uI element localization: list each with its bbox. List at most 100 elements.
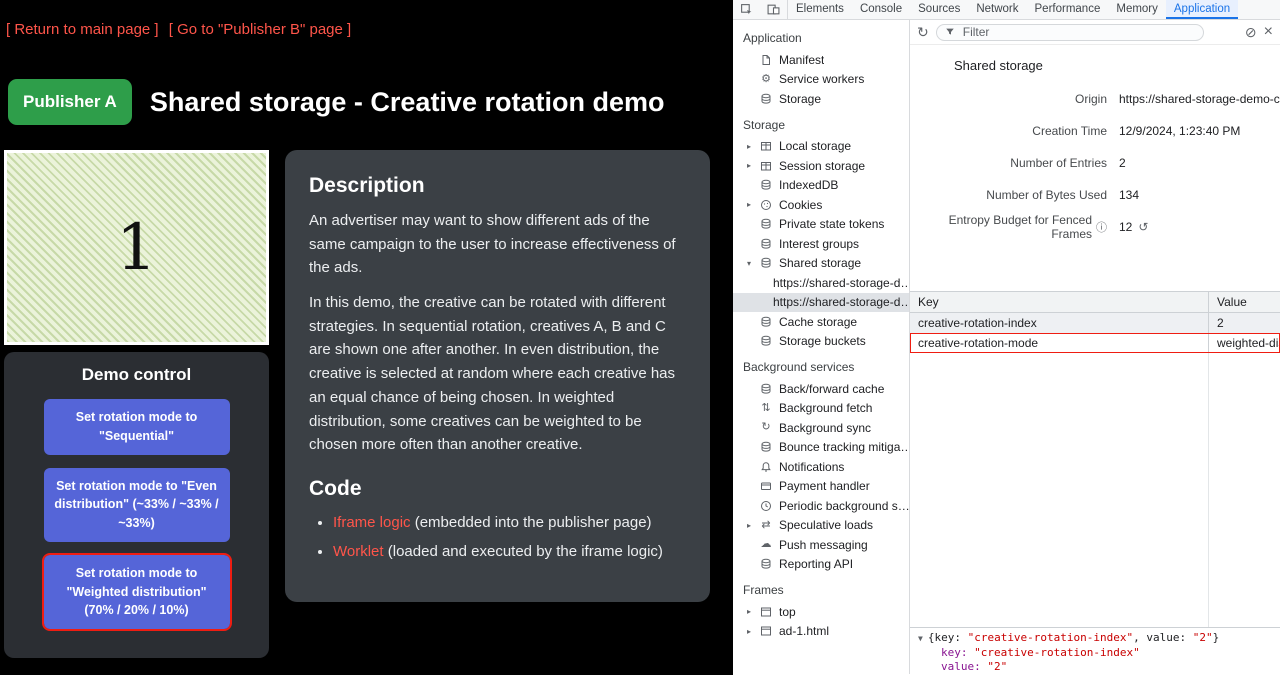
meta-label: Origin bbox=[910, 92, 1107, 106]
tab-console[interactable]: Console bbox=[852, 0, 910, 19]
sidebar-item-label: Push messaging bbox=[779, 538, 868, 552]
device-toolbar-icon[interactable] bbox=[760, 0, 788, 19]
sidebar-item-frame-ad-1[interactable]: ▸ad-1.html bbox=[733, 622, 909, 642]
shared-storage-title: Shared storage bbox=[954, 58, 1280, 73]
sidebar-item-private-state-tokens[interactable]: Private state tokens bbox=[733, 215, 909, 235]
tab-memory[interactable]: Memory bbox=[1108, 0, 1166, 19]
sidebar-item-notifications[interactable]: Notifications bbox=[733, 457, 909, 477]
even-distribution-mode-button[interactable]: Set rotation mode to "Even distribution"… bbox=[44, 468, 230, 542]
sidebar-item-cookies[interactable]: ▸Cookies bbox=[733, 195, 909, 215]
reset-budget-icon[interactable]: ↺ bbox=[1138, 220, 1148, 234]
publisher-b-page-link[interactable]: [ Go to "Publisher B" page ] bbox=[169, 21, 351, 38]
sidebar-item-label: Background sync bbox=[779, 421, 871, 435]
sequential-mode-button[interactable]: Set rotation mode to "Sequential" bbox=[44, 399, 230, 455]
sidebar-item-storage-buckets[interactable]: Storage buckets bbox=[733, 332, 909, 352]
table-header: Key Value bbox=[910, 292, 1280, 313]
sidebar-item-label: Periodic background s… bbox=[779, 499, 909, 513]
sidebar-item-label: Speculative loads bbox=[779, 518, 873, 532]
meta-label: Number of Bytes Used bbox=[910, 188, 1107, 202]
tab-sources[interactable]: Sources bbox=[910, 0, 968, 19]
database-icon bbox=[759, 218, 773, 231]
filter-box[interactable] bbox=[936, 24, 1204, 41]
sidebar-item-speculative-loads[interactable]: ▸⇄Speculative loads bbox=[733, 516, 909, 536]
preview-summary: ▼{key: "creative-rotation-index", value:… bbox=[918, 631, 1274, 646]
sidebar-item-shared-storage-origin-2[interactable]: https://shared-storage-d… bbox=[733, 293, 909, 313]
cloud-icon: ☁ bbox=[759, 538, 773, 551]
ad-creative-frame: 1 bbox=[4, 150, 269, 345]
tab-elements[interactable]: Elements bbox=[788, 0, 852, 19]
close-icon[interactable]: × bbox=[1264, 23, 1273, 41]
storage-entries-table: Key Value creative-rotation-index 2 crea… bbox=[910, 291, 1280, 629]
sidebar-item-label: Storage buckets bbox=[779, 334, 866, 348]
preview-prop-value: value: "2" bbox=[918, 660, 1274, 674]
sidebar-item-periodic-background-sync[interactable]: Periodic background s… bbox=[733, 496, 909, 516]
sidebar-item-reporting-api[interactable]: Reporting API bbox=[733, 555, 909, 575]
weighted-distribution-mode-button[interactable]: Set rotation mode to "Weighted distribut… bbox=[44, 555, 230, 629]
chevron-down-icon[interactable]: ▼ bbox=[918, 634, 923, 643]
info-icon[interactable]: ⓘ bbox=[1096, 219, 1107, 235]
sidebar-item-shared-storage-origin-1[interactable]: https://shared-storage-d… bbox=[733, 273, 909, 293]
chevron-right-icon[interactable]: ▸ bbox=[747, 521, 759, 530]
sidebar-item-cache-storage[interactable]: Cache storage bbox=[733, 312, 909, 332]
chevron-right-icon[interactable]: ▸ bbox=[747, 161, 759, 170]
sidebar-item-back-forward-cache[interactable]: Back/forward cache bbox=[733, 379, 909, 399]
filter-icon bbox=[945, 27, 955, 37]
sidebar-item-frame-top[interactable]: ▸top bbox=[733, 602, 909, 622]
sync-icon: ↻ bbox=[759, 421, 773, 434]
sidebar-item-background-fetch[interactable]: ⇅Background fetch bbox=[733, 399, 909, 419]
chevron-right-icon[interactable]: ▸ bbox=[747, 142, 759, 151]
frame-icon bbox=[759, 625, 773, 638]
clear-icon[interactable]: ⊘ bbox=[1245, 24, 1257, 41]
publisher-badge: Publisher A bbox=[8, 79, 132, 125]
sidebar-item-storage[interactable]: Storage bbox=[733, 89, 909, 109]
table-row[interactable]: creative-rotation-mode weighted-distribu… bbox=[910, 333, 1280, 353]
tab-application[interactable]: Application bbox=[1166, 0, 1238, 19]
table-icon bbox=[759, 159, 773, 172]
sidebar-item-session-storage[interactable]: ▸Session storage bbox=[733, 156, 909, 176]
chevron-right-icon[interactable]: ▸ bbox=[747, 200, 759, 209]
sidebar-item-shared-storage[interactable]: ▾Shared storage bbox=[733, 254, 909, 274]
panel-toolbar: ↻ ⊘ × bbox=[910, 20, 1280, 45]
sidebar-item-payment-handler[interactable]: Payment handler bbox=[733, 477, 909, 497]
chevron-right-icon[interactable]: ▸ bbox=[747, 607, 759, 616]
document-icon bbox=[759, 53, 773, 66]
meta-label: Entropy Budget for Fenced Framesⓘ bbox=[910, 213, 1107, 241]
chevron-right-icon[interactable]: ▸ bbox=[747, 627, 759, 636]
sidebar-item-manifest[interactable]: Manifest bbox=[733, 50, 909, 70]
code-heading: Code bbox=[309, 477, 686, 501]
sidebar-item-service-workers[interactable]: ⚙Service workers bbox=[733, 70, 909, 90]
chevron-down-icon[interactable]: ▾ bbox=[747, 259, 759, 268]
database-icon bbox=[759, 237, 773, 250]
section-header-background-services: Background services bbox=[733, 351, 909, 379]
sidebar-item-interest-groups[interactable]: Interest groups bbox=[733, 234, 909, 254]
column-header-value[interactable]: Value bbox=[1209, 292, 1280, 312]
sidebar-item-background-sync[interactable]: ↻ Background sync bbox=[733, 418, 909, 438]
column-header-key[interactable]: Key bbox=[910, 292, 1209, 312]
sidebar-item-local-storage[interactable]: ▸Local storage bbox=[733, 137, 909, 157]
description-paragraph-2: In this demo, the creative can be rotate… bbox=[309, 291, 686, 457]
tab-performance[interactable]: Performance bbox=[1027, 0, 1109, 19]
sidebar-item-indexeddb[interactable]: IndexedDB bbox=[733, 176, 909, 196]
return-main-page-link[interactable]: [ Return to main page ] bbox=[6, 21, 159, 38]
database-icon bbox=[759, 315, 773, 328]
sidebar-item-bounce-tracking-mitigations[interactable]: Bounce tracking mitiga… bbox=[733, 438, 909, 458]
iframe-logic-link[interactable]: Iframe logic bbox=[333, 514, 411, 531]
list-item: Iframe logic (embedded into the publishe… bbox=[333, 511, 686, 534]
tab-network[interactable]: Network bbox=[968, 0, 1026, 19]
metadata-report: Originhttps://shared-storage-demo-co Cre… bbox=[910, 83, 1280, 243]
sidebar-item-push-messaging[interactable]: ☁ Push messaging bbox=[733, 535, 909, 555]
sidebar-item-label: Payment handler bbox=[779, 479, 870, 493]
worklet-link[interactable]: Worklet bbox=[333, 543, 384, 560]
clock-icon bbox=[759, 499, 773, 512]
arrows-up-down-icon: ⇅ bbox=[759, 402, 773, 415]
code-list: Iframe logic (embedded into the publishe… bbox=[309, 511, 686, 564]
inspect-element-icon[interactable] bbox=[733, 0, 760, 19]
database-icon bbox=[759, 179, 773, 192]
table-row[interactable]: creative-rotation-index 2 bbox=[910, 313, 1280, 333]
demo-control-panel: Demo control Set rotation mode to "Seque… bbox=[4, 352, 269, 658]
filter-input[interactable] bbox=[961, 24, 1195, 40]
refresh-icon[interactable]: ↻ bbox=[917, 24, 929, 41]
origin-value: https://shared-storage-demo-co bbox=[1107, 92, 1280, 106]
sidebar-item-label: IndexedDB bbox=[779, 178, 838, 192]
table-icon bbox=[759, 140, 773, 153]
